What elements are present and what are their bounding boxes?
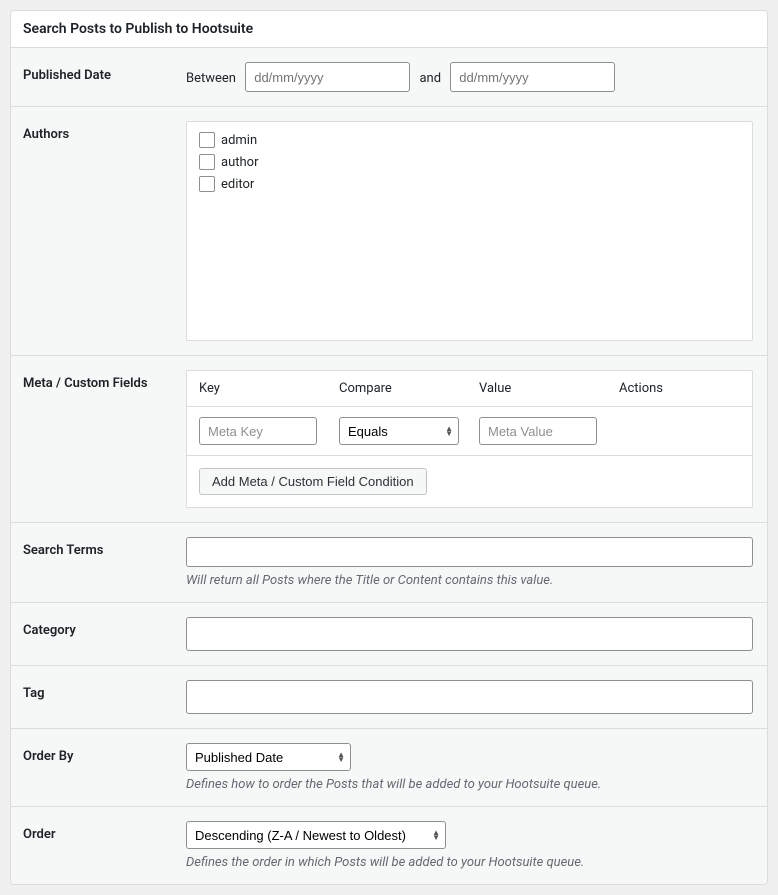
meta-col-compare: Equals ▲▼ <box>339 417 479 445</box>
meta-col-key-header: Key <box>199 381 339 396</box>
row-category: Category <box>11 603 767 666</box>
meta-col-value <box>479 417 619 445</box>
row-authors: Authors admin author editor <box>11 107 767 356</box>
author-checkbox-author[interactable] <box>199 154 215 170</box>
orderby-select-wrap: Published Date ▲▼ <box>186 743 351 771</box>
meta-col-actions-header: Actions <box>619 381 740 396</box>
search-posts-metabox: Search Posts to Publish to Hootsuite Pub… <box>10 10 768 885</box>
tag-input[interactable] <box>186 680 753 714</box>
row-published-date: Published Date Between and <box>11 48 767 107</box>
cell-order: Descending (Z-A / Newest to Oldest) ▲▼ D… <box>186 807 767 885</box>
metabox-title: Search Posts to Publish to Hootsuite <box>23 21 755 37</box>
author-label[interactable]: admin <box>221 133 257 148</box>
row-search-terms: Search Terms Will return all Posts where… <box>11 523 767 603</box>
cell-published-date: Between and <box>186 48 767 107</box>
orderby-description: Defines how to order the Posts that will… <box>186 777 753 792</box>
form-table: Published Date Between and Authors admin <box>11 48 767 884</box>
date-from-input[interactable] <box>245 62 410 92</box>
label-order-by: Order By <box>11 729 186 807</box>
cell-authors: admin author editor <box>186 107 767 356</box>
order-select[interactable]: Descending (Z-A / Newest to Oldest) <box>186 821 446 849</box>
author-label[interactable]: author <box>221 155 258 170</box>
date-to-input[interactable] <box>450 62 615 92</box>
and-label: and <box>419 71 441 86</box>
order-description: Defines the order in which Posts will be… <box>186 855 753 870</box>
label-category: Category <box>11 603 186 666</box>
label-authors: Authors <box>11 107 186 356</box>
cell-tag <box>186 666 767 729</box>
search-terms-input[interactable] <box>186 537 753 567</box>
label-published-date: Published Date <box>11 48 186 107</box>
compare-select[interactable]: Equals <box>339 417 459 445</box>
row-order: Order Descending (Z-A / Newest to Oldest… <box>11 807 767 885</box>
category-input[interactable] <box>186 617 753 651</box>
label-meta-fields: Meta / Custom Fields <box>11 356 186 523</box>
author-checkbox-admin[interactable] <box>199 132 215 148</box>
search-terms-description: Will return all Posts where the Title or… <box>186 573 753 588</box>
meta-key-input[interactable] <box>199 417 317 445</box>
meta-value-input[interactable] <box>479 417 597 445</box>
meta-table-footer: Add Meta / Custom Field Condition <box>187 456 752 507</box>
order-select-wrap: Descending (Z-A / Newest to Oldest) ▲▼ <box>186 821 446 849</box>
add-meta-condition-button[interactable]: Add Meta / Custom Field Condition <box>199 468 427 495</box>
meta-col-key <box>199 417 339 445</box>
cell-category <box>186 603 767 666</box>
compare-select-wrap: Equals ▲▼ <box>339 417 459 445</box>
metabox-header: Search Posts to Publish to Hootsuite <box>11 11 767 48</box>
cell-meta-fields: Key Compare Value Actions <box>186 356 767 523</box>
row-tag: Tag <box>11 666 767 729</box>
orderby-select[interactable]: Published Date <box>186 743 351 771</box>
label-search-terms: Search Terms <box>11 523 186 603</box>
meta-table-row: Equals ▲▼ <box>187 407 752 456</box>
meta-table-header: Key Compare Value Actions <box>187 371 752 407</box>
author-item: author <box>199 154 740 170</box>
row-meta-fields: Meta / Custom Fields Key Compare Value A… <box>11 356 767 523</box>
between-label: Between <box>186 71 236 86</box>
row-order-by: Order By Published Date ▲▼ Defines how t… <box>11 729 767 807</box>
author-label[interactable]: editor <box>221 177 254 192</box>
authors-box: admin author editor <box>186 121 753 341</box>
author-checkbox-editor[interactable] <box>199 176 215 192</box>
meta-col-value-header: Value <box>479 381 619 396</box>
author-item: editor <box>199 176 740 192</box>
meta-col-actions <box>619 417 740 445</box>
label-order: Order <box>11 807 186 885</box>
meta-table: Key Compare Value Actions <box>186 370 753 508</box>
cell-search-terms: Will return all Posts where the Title or… <box>186 523 767 603</box>
meta-col-compare-header: Compare <box>339 381 479 396</box>
cell-order-by: Published Date ▲▼ Defines how to order t… <box>186 729 767 807</box>
author-item: admin <box>199 132 740 148</box>
label-tag: Tag <box>11 666 186 729</box>
